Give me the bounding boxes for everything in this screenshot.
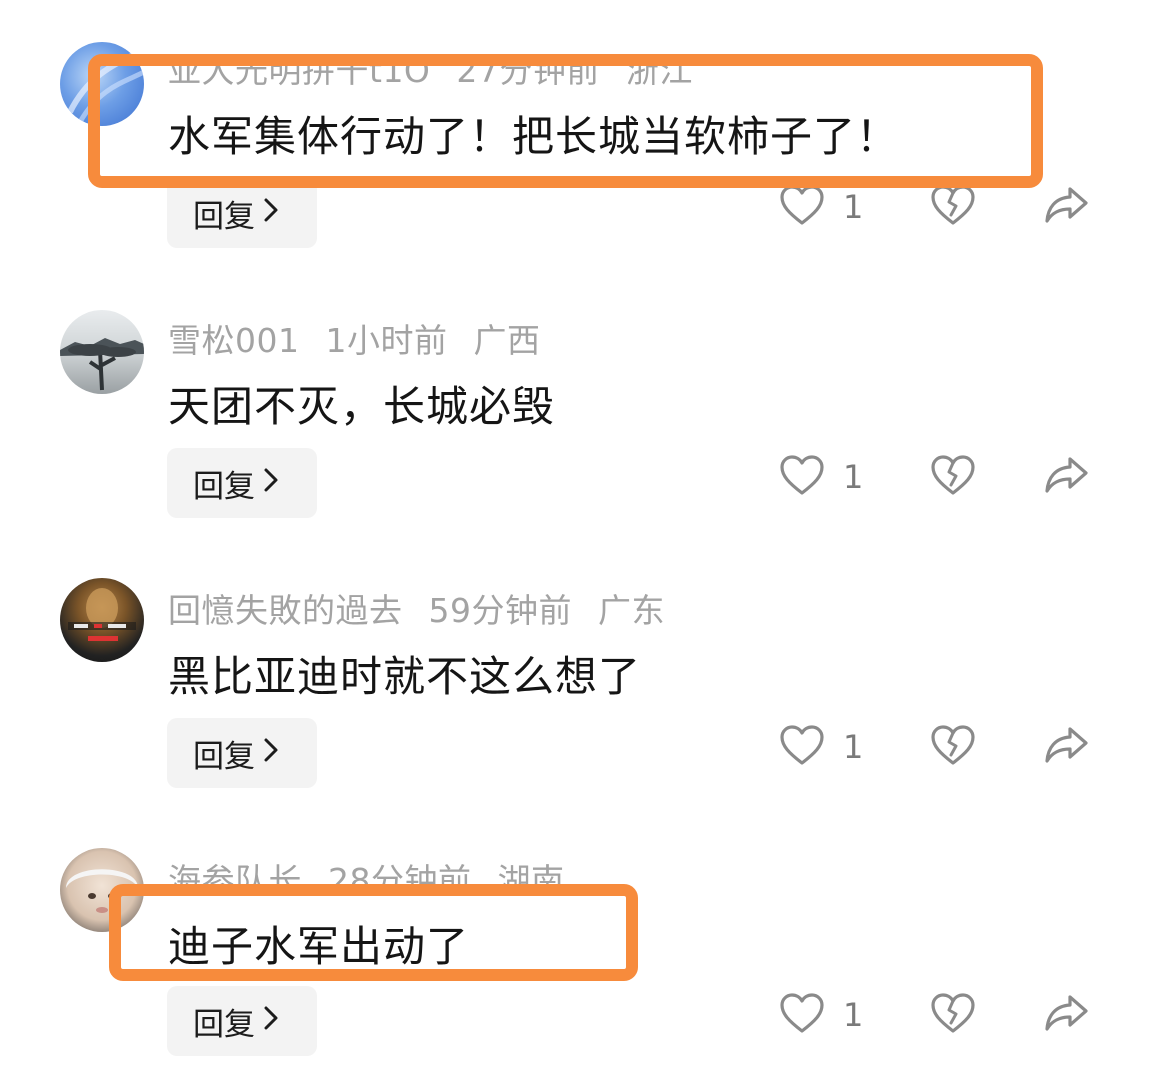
like-count: 1 (843, 996, 864, 1034)
username[interactable]: 回憶失敗的過去 (168, 591, 403, 630)
like-button[interactable]: 1 (779, 184, 863, 230)
comment-text: 天团不灭，长城必毁 (168, 382, 556, 431)
comment-actions: 1 (0, 454, 1151, 514)
dislike-button[interactable] (930, 724, 976, 770)
like-count: 1 (843, 728, 864, 766)
comment-item: 海参队长 28分钟前 湖南 迪子水军出动了 回复 1 (0, 810, 1151, 1080)
like-count: 1 (843, 458, 864, 496)
share-button[interactable] (1043, 992, 1089, 1038)
comment-text: 黑比亚迪时就不这么想了 (168, 652, 642, 701)
comment-text: 水军集体行动了！把长城当软柿子了！ (168, 112, 900, 161)
avatar[interactable] (60, 848, 144, 932)
comment-meta: 回憶失敗的過去 59分钟前 广东 (168, 584, 665, 632)
heart-outline-icon (779, 724, 825, 770)
avatar[interactable] (60, 578, 144, 662)
comment-actions: 1 (0, 184, 1151, 244)
comment-location: 湖南 (497, 861, 565, 900)
comment-location: 浙江 (625, 51, 693, 90)
broken-heart-icon (930, 724, 976, 770)
comment-location: 广东 (598, 591, 665, 630)
comment-meta: 亚大光明拼干t1O 27分钟前 浙江 (168, 44, 693, 92)
dislike-button[interactable] (930, 454, 976, 500)
like-button[interactable]: 1 (779, 724, 863, 770)
comment-item: 亚大光明拼干t1O 27分钟前 浙江 水军集体行动了！把长城当软柿子了！ 回复 1 (0, 0, 1151, 270)
share-arrow-icon (1043, 992, 1089, 1038)
share-arrow-icon (1043, 184, 1089, 230)
dislike-button[interactable] (930, 184, 976, 230)
comment-time: 59分钟前 (428, 591, 572, 630)
share-button[interactable] (1043, 184, 1089, 230)
comment-time: 28分钟前 (328, 861, 472, 900)
share-button[interactable] (1043, 454, 1089, 500)
comment-meta: 海参队长 28分钟前 湖南 (168, 854, 565, 902)
comment-location: 广西 (473, 321, 541, 360)
username[interactable]: 亚大光明拼干t1O (168, 51, 430, 90)
dislike-button[interactable] (930, 992, 976, 1038)
broken-heart-icon (930, 992, 976, 1038)
avatar[interactable] (60, 310, 144, 394)
like-count: 1 (843, 188, 864, 226)
share-arrow-icon (1043, 724, 1089, 770)
comment-text: 迪子水军出动了 (168, 922, 470, 971)
avatar[interactable] (60, 42, 144, 126)
share-button[interactable] (1043, 724, 1089, 770)
share-arrow-icon (1043, 454, 1089, 500)
comment-time: 27分钟前 (456, 51, 600, 90)
username[interactable]: 雪松001 (168, 321, 300, 360)
comment-time: 1小时前 (325, 321, 448, 360)
broken-heart-icon (930, 454, 976, 500)
comment-item: 雪松001 1小时前 广西 天团不灭，长城必毁 回复 1 (0, 270, 1151, 540)
heart-outline-icon (779, 454, 825, 500)
like-button[interactable]: 1 (779, 454, 863, 500)
username[interactable]: 海参队长 (168, 861, 302, 900)
like-button[interactable]: 1 (779, 992, 863, 1038)
comment-item: 回憶失敗的過去 59分钟前 广东 黑比亚迪时就不这么想了 回复 1 (0, 540, 1151, 810)
comment-actions: 1 (0, 724, 1151, 784)
heart-outline-icon (779, 184, 825, 230)
comment-actions: 1 (0, 992, 1151, 1052)
comment-meta: 雪松001 1小时前 广西 (168, 314, 541, 362)
broken-heart-icon (930, 184, 976, 230)
heart-outline-icon (779, 992, 825, 1038)
